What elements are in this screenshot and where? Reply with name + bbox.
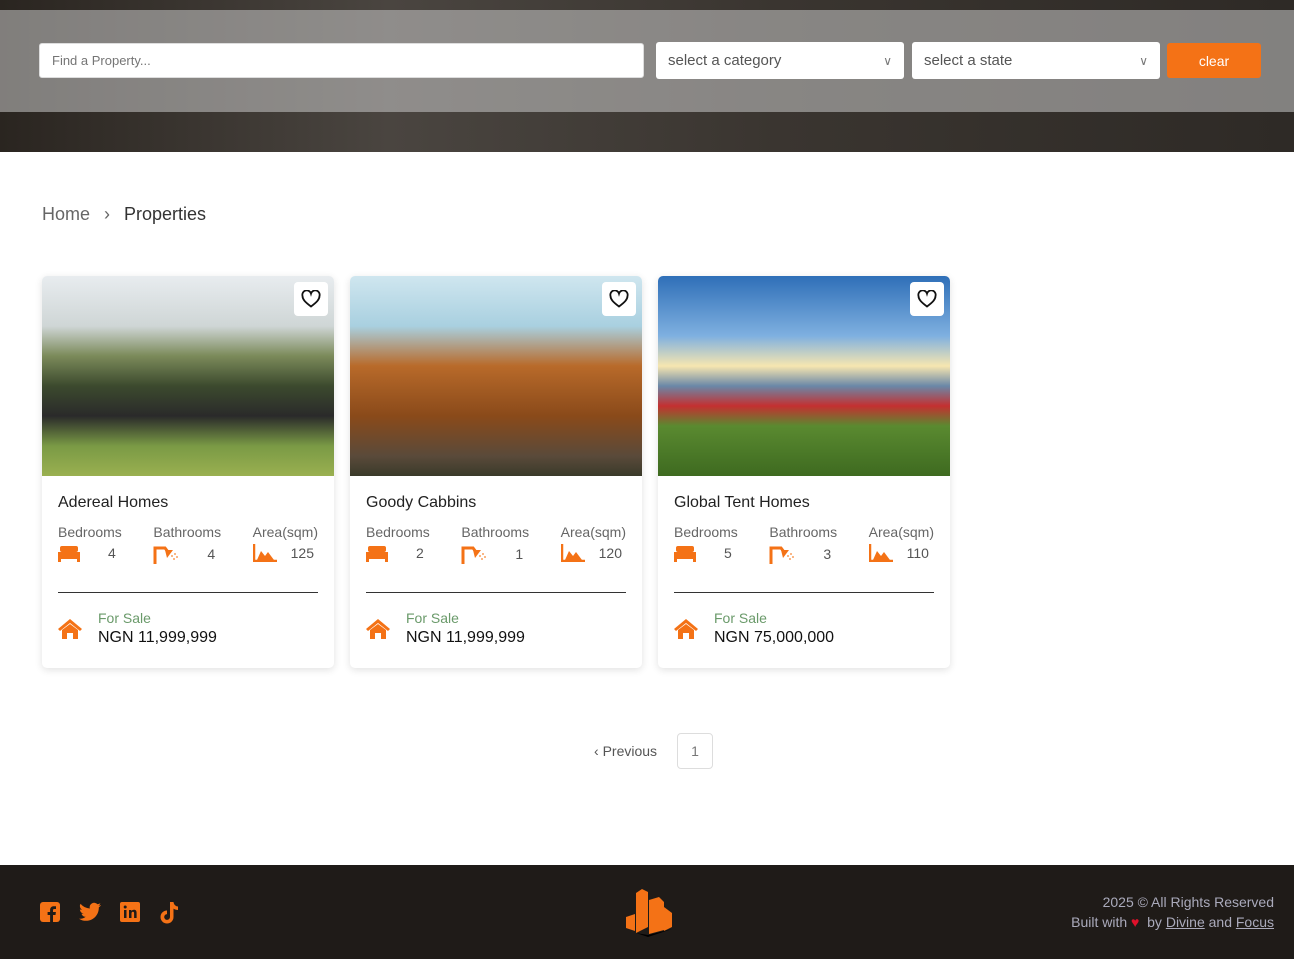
house-icon	[366, 618, 390, 639]
divider	[58, 592, 318, 593]
previous-label: Previous	[602, 743, 658, 759]
clear-button[interactable]: clear	[1167, 43, 1261, 78]
page-button[interactable]: 1	[677, 733, 714, 769]
heart-icon	[917, 290, 937, 308]
area-label: Area(sqm)	[560, 524, 626, 540]
property-image[interactable]	[42, 276, 334, 476]
divider	[674, 592, 934, 593]
house-icon	[58, 618, 82, 639]
chevron-down-icon: ∨	[883, 53, 892, 68]
bathrooms-value: 1	[515, 546, 524, 562]
area-value: 125	[290, 545, 314, 561]
state-select[interactable]: select a state ∨	[912, 42, 1160, 79]
bed-icon	[58, 546, 80, 562]
area-label: Area(sqm)	[868, 524, 934, 540]
property-card[interactable]: Global Tent Homes Bedrooms 5 Bathrooms 3 A…	[658, 276, 950, 668]
property-price: NGN 75,000,000	[714, 629, 835, 646]
bathrooms-label: Bathrooms	[153, 524, 222, 540]
area-value: 110	[906, 545, 929, 561]
breadcrumb-home[interactable]: Home	[42, 204, 90, 225]
pagination: ‹ Previous 1	[594, 733, 714, 769]
property-card[interactable]: Goody Cabbins Bedrooms 2 Bathrooms 1 Area(…	[350, 276, 642, 668]
breadcrumb-current: Properties	[124, 204, 207, 224]
area-value: 120	[598, 545, 622, 561]
property-name[interactable]: Adereal Homes	[58, 494, 168, 512]
status-badge: For Sale	[714, 610, 767, 626]
status-badge: For Sale	[406, 610, 459, 626]
status-badge: For Sale	[98, 610, 151, 626]
property-image[interactable]	[350, 276, 642, 476]
bed-icon	[674, 546, 696, 562]
previous-button[interactable]: ‹ Previous	[594, 743, 657, 759]
property-image[interactable]	[658, 276, 950, 476]
bedrooms-label: Bedrooms	[674, 524, 738, 540]
built-with-text: Built with	[1071, 914, 1128, 930]
area-chart-icon	[252, 544, 277, 562]
divider	[366, 592, 626, 593]
heart-icon	[301, 290, 321, 308]
tiktok-icon[interactable]	[158, 901, 180, 925]
heart-icon	[609, 290, 629, 308]
property-name[interactable]: Goody Cabbins	[366, 494, 476, 512]
favorite-button[interactable]	[602, 282, 636, 316]
chevron-down-icon: ∨	[1139, 53, 1148, 68]
category-select[interactable]: select a category ∨	[656, 42, 904, 79]
property-price: NGN 11,999,999	[98, 629, 217, 646]
author-link-divine[interactable]: Divine	[1166, 914, 1205, 930]
and-text: and	[1208, 914, 1232, 930]
logo-icon	[626, 889, 672, 937]
shower-icon	[153, 546, 179, 564]
chevron-left-icon: ‹	[594, 743, 603, 759]
state-select-value: select a state	[924, 52, 1013, 69]
facebook-icon[interactable]	[39, 901, 61, 923]
house-icon	[674, 618, 698, 639]
favorite-button[interactable]	[910, 282, 944, 316]
search-input[interactable]	[39, 43, 644, 78]
bathrooms-value: 3	[823, 546, 832, 562]
bedrooms-value: 2	[416, 545, 424, 561]
favorite-button[interactable]	[294, 282, 328, 316]
breadcrumb-separator: ›	[104, 204, 111, 224]
property-name[interactable]: Global Tent Homes	[674, 494, 810, 512]
category-select-value: select a category	[668, 52, 782, 69]
area-chart-icon	[868, 544, 893, 562]
heart-icon: ♥	[1131, 914, 1140, 930]
linkedin-icon[interactable]	[119, 901, 141, 923]
area-chart-icon	[560, 544, 585, 562]
bedrooms-label: Bedrooms	[58, 524, 122, 540]
hero-banner: select a category ∨ select a state ∨ clear	[0, 0, 1294, 152]
bedrooms-label: Bedrooms	[366, 524, 430, 540]
bathrooms-value: 4	[207, 546, 216, 562]
property-price: NGN 11,999,999	[406, 629, 525, 646]
author-link-focus[interactable]: Focus	[1236, 914, 1274, 930]
bathrooms-label: Bathrooms	[769, 524, 838, 540]
bedrooms-value: 4	[108, 545, 116, 561]
bed-icon	[366, 546, 388, 562]
bedrooms-value: 5	[724, 545, 732, 561]
property-card[interactable]: Adereal Homes Bedrooms 4 Bathrooms 4 Area(…	[42, 276, 334, 668]
area-label: Area(sqm)	[252, 524, 318, 540]
shower-icon	[461, 546, 487, 564]
shower-icon	[769, 546, 795, 564]
breadcrumb: Home › Properties	[42, 204, 206, 225]
footer: 2025 © All Rights Reserved Built with ♥ …	[0, 865, 1294, 959]
twitter-icon[interactable]	[78, 901, 102, 923]
copyright-text: 2025 © All Rights Reserved	[1102, 894, 1274, 910]
bathrooms-label: Bathrooms	[461, 524, 530, 540]
by-text: by	[1147, 914, 1162, 930]
